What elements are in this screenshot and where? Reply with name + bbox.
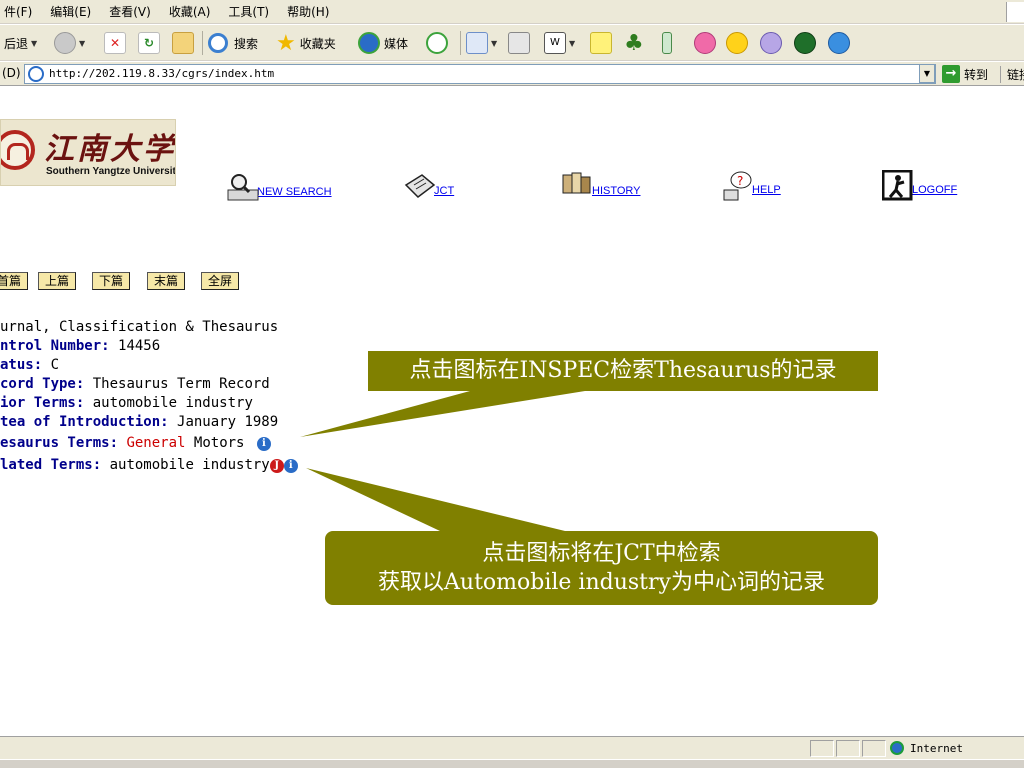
callout-jct-pointer [306,468,565,531]
callout-inspec: 点击图标在INSPEC检索Thesaurus的记录 [368,351,878,391]
callout-jct-line1: 点击图标将在JCT中检索 [482,541,721,566]
zone-label: Internet [910,741,963,755]
taskbar [0,759,1024,768]
status-bar: Internet [0,736,1024,759]
callout-jct: 点击图标将在JCT中检索 获取以Automobile industry为中心词的… [325,531,878,605]
callout-inspec-text: 点击图标在INSPEC检索Thesaurus的记录 [409,358,837,383]
callout-inspec-pointer [300,391,585,437]
status-cell [862,740,886,757]
status-cell [836,740,860,757]
internet-zone-icon [890,741,904,755]
status-cell [810,740,834,757]
security-zone: Internet [890,741,963,755]
callout-jct-line2: 获取以Automobile industry为中心词的记录 [378,570,825,595]
